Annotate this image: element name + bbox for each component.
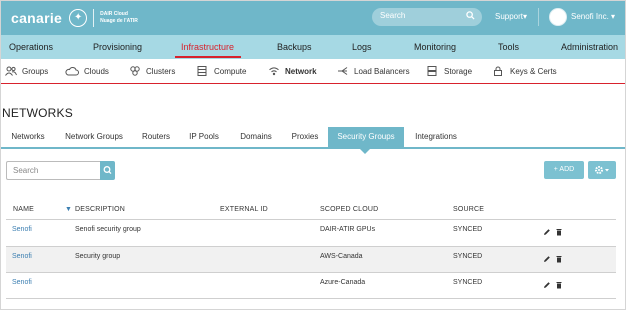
sub-nav-label: Load Balancers [354,66,410,76]
pencil-icon[interactable] [543,228,551,236]
sub-nav-label: Groups [22,66,49,76]
global-search-input[interactable]: Search [372,8,482,26]
search-input[interactable]: Search [6,161,100,180]
table-row: Senofi Security group AWS-Canada SYNCED [6,247,616,273]
trash-icon[interactable] [555,228,563,236]
main-nav-item-operations[interactable]: Operations [9,42,53,52]
main-nav-item-administration[interactable]: Administration [561,42,618,52]
main-nav-item-infrastructure[interactable]: Infrastructure [181,42,234,52]
pencil-icon[interactable] [543,255,551,263]
pencil-icon[interactable] [543,281,551,289]
cloud-icon [65,67,79,76]
sub-nav-label: Compute [214,66,247,76]
row-name-link[interactable]: Senofi [12,253,32,260]
tab-routers[interactable]: Routers [135,127,177,147]
trash-icon[interactable] [555,255,563,263]
sub-nav-item-clouds[interactable]: Clouds [65,66,109,76]
column-header-source[interactable]: SOURCE [453,206,484,213]
table-row: Senofi Senofi security group DAIR-ATIR G… [6,220,616,246]
user-label: Senofi Inc. [571,12,609,21]
main-nav-item-logs[interactable]: Logs [352,42,372,52]
tab-proxies[interactable]: Proxies [285,127,325,147]
sub-nav-label: Clouds [84,66,109,76]
user-menu[interactable]: Senofi Inc. ▾ [571,12,615,21]
storage-icon [427,66,437,76]
search-placeholder: Search [13,166,39,175]
main-nav-item-monitoring[interactable]: Monitoring [414,42,456,52]
row-scoped-cloud: Azure-Canada [320,279,366,286]
logo-divider [93,9,95,27]
chevron-down-icon: ▾ [608,12,616,21]
row-scoped-cloud: AWS-Canada [320,253,363,260]
brand-name: canarie [11,10,63,26]
row-source: SYNCED [453,226,483,233]
search-icon [466,11,475,20]
main-nav: Operations Provisioning Infrastructure B… [1,35,625,59]
sub-nav-item-network[interactable]: Network [268,66,317,76]
column-header-scoped-cloud[interactable]: SCOPED CLOUD [320,206,378,213]
search-button[interactable] [100,161,115,180]
sub-nav-item-clusters[interactable]: Clusters [129,66,175,76]
column-header-name[interactable]: NAME [13,206,34,213]
active-nav-underline [175,56,241,58]
lock-icon [494,66,502,76]
chevron-down-icon: ▾ [523,12,528,21]
row-divider [6,298,616,299]
active-tab-caret [360,149,370,154]
page-title: NETWORKS [2,106,73,120]
brand-subtitle-line-1: DAIR Cloud [100,11,128,17]
row-description: Senofi security group [75,226,141,233]
sub-nav-label: Keys & Certs [510,66,557,76]
main-nav-item-tools[interactable]: Tools [498,42,519,52]
global-search-placeholder: Search [380,11,406,20]
row-source: SYNCED [453,253,483,260]
column-header-description[interactable]: DESCRIPTION [75,206,125,213]
clusters-icon [130,66,140,76]
sub-nav-item-keys-certs[interactable]: Keys & Certs [493,66,557,76]
trash-icon[interactable] [555,281,563,289]
main-nav-item-provisioning[interactable]: Provisioning [93,42,142,52]
load-balancer-icon [338,67,348,75]
sub-nav-item-storage[interactable]: Storage [427,66,472,76]
maple-leaf-icon: ✦ [69,9,88,27]
tab-domains[interactable]: Domains [233,127,279,147]
row-source: SYNCED [453,279,483,286]
header-divider [538,8,539,26]
tab-network-groups[interactable]: Network Groups [59,127,129,147]
sub-nav-label: Network [285,66,317,76]
sub-nav: Groups Clouds Clusters Compute Network L… [1,59,625,84]
sort-chevron-icon[interactable]: ▼ [65,206,72,213]
column-header-external-id[interactable]: EXTERNAL ID [220,206,268,213]
search-icon [103,166,112,175]
tab-security-groups[interactable]: Security Groups [328,127,404,147]
row-description: Security group [75,253,121,260]
table-row: Senofi Azure-Canada SYNCED [6,273,616,299]
main-nav-item-backups[interactable]: Backups [277,42,312,52]
sub-nav-label: Clusters [146,66,176,76]
groups-icon [5,66,17,76]
sub-nav-item-compute[interactable]: Compute [197,66,246,76]
tab-bar: Networks Network Groups Routers IP Pools… [1,127,625,149]
support-label: Support [495,12,524,21]
gear-icon [595,166,609,174]
network-icon [269,67,279,76]
brand-subtitle: DAIR Cloud Nuage de l'ATIR [100,11,138,25]
add-button[interactable]: + ADD [544,161,584,179]
row-scoped-cloud: DAIR-ATIR GPUs [320,226,376,233]
compute-icon [197,66,207,76]
sub-nav-item-groups[interactable]: Groups [5,66,48,76]
sub-nav-label: Storage [444,66,473,76]
tab-integrations[interactable]: Integrations [409,127,463,147]
row-name-link[interactable]: Senofi [12,279,32,286]
settings-dropdown-button[interactable] [588,161,616,179]
sub-nav-item-load-balancers[interactable]: Load Balancers [337,66,410,76]
brand-subtitle-line-2: Nuage de l'ATIR [100,18,138,24]
row-name-link[interactable]: Senofi [12,226,32,233]
top-header: canarie ✦ DAIR Cloud Nuage de l'ATIR Sea… [1,1,625,35]
avatar[interactable] [549,8,567,26]
tab-networks[interactable]: Networks [3,127,53,147]
brand-logo[interactable]: canarie ✦ DAIR Cloud Nuage de l'ATIR [11,9,138,27]
tab-ip-pools[interactable]: IP Pools [183,127,225,147]
support-menu[interactable]: Support▾ [495,12,527,21]
